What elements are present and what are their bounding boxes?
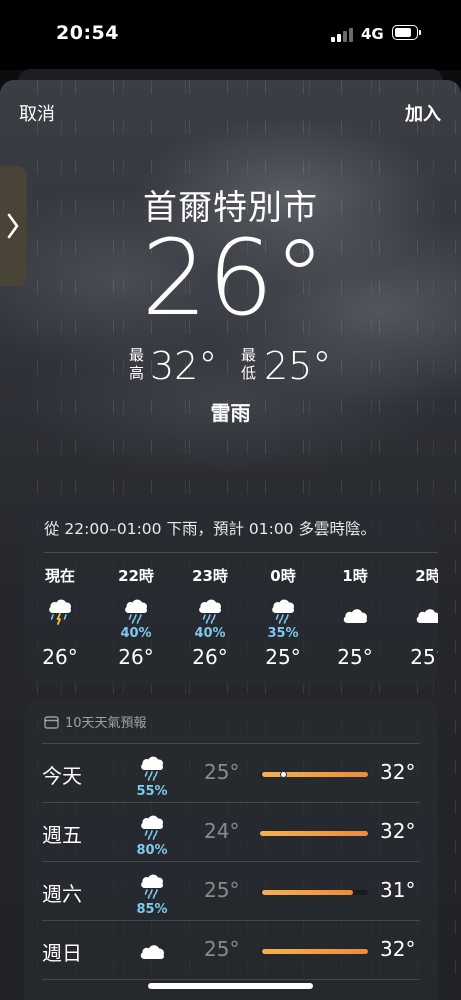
temperature-range-fill: [262, 772, 368, 777]
forecast-title: 10天天氣預報: [65, 716, 147, 731]
temperature-range-fill: [260, 831, 368, 836]
hour-temperature: 25°: [265, 645, 301, 669]
day-label: 今天: [42, 764, 82, 788]
forecast-header: 10天天氣預報: [44, 712, 147, 731]
high-temperature: 31°: [380, 878, 416, 902]
forecast-day-row[interactable]: 週五 80% 24° 32°: [24, 803, 438, 862]
rain-icon: [253, 591, 313, 625]
hourly-summary: 從 22:00–01:00 下雨，預計 01:00 多雲時陰。: [44, 520, 376, 538]
high-label: 最高: [128, 346, 144, 382]
rain-icon: [180, 591, 240, 625]
precip-chance: 40%: [120, 626, 152, 641]
hour-temperature: 26°: [42, 645, 78, 669]
cloud-icon: [130, 941, 174, 963]
hour-time: 現在: [44, 567, 75, 585]
day-label: 週一: [42, 996, 82, 1000]
low-temperature: 25°: [204, 760, 240, 784]
rain-icon: 85%: [130, 870, 174, 917]
hour-temperature: 26°: [118, 645, 154, 669]
weather-app: 20:54 4G 取消 加入 首爾特別市 26° 最高 32° 最低 25° 雷…: [0, 0, 461, 1000]
hour-time: 1時: [342, 567, 368, 585]
precip-chance: [325, 625, 385, 642]
hour-item: 0時 35% 25°: [253, 565, 313, 669]
high-temperature: 32°: [380, 760, 416, 784]
hour-time: 23時: [192, 567, 228, 585]
precip-chance: 85%: [136, 902, 168, 917]
hour-item: 23時 40% 26°: [180, 565, 240, 669]
day-label: 週五: [42, 823, 82, 847]
temperature-range-fill: [262, 890, 353, 895]
temperature-range-bar: [260, 949, 368, 954]
precip-chance: [30, 625, 90, 642]
low-temperature: 25°: [204, 878, 240, 902]
high-temperature: 32°: [380, 819, 416, 843]
precip-chance: 40%: [194, 626, 226, 641]
rain-icon: [106, 591, 166, 625]
home-indicator[interactable]: [148, 983, 313, 989]
low-temperature: 25°: [204, 937, 240, 961]
temperature-range-bar: [260, 890, 368, 895]
high-low: 最高 32° 最低 25°: [128, 344, 348, 388]
cellular-signal-icon: [331, 28, 355, 42]
rain-icon: 55%: [130, 752, 174, 799]
high-temperature: 32°: [380, 937, 416, 961]
hour-temperature: 25°: [410, 645, 438, 669]
day-label: 週日: [42, 941, 82, 965]
precip-chance: [398, 625, 438, 642]
temperature-range-fill: [262, 949, 368, 954]
precip-chance: 55%: [136, 784, 168, 799]
forecast-day-row[interactable]: 週日 25° 32°: [24, 921, 438, 980]
low-temperature: 24°: [204, 819, 240, 843]
temperature-range-bar: [260, 831, 368, 836]
cloud-icon: [398, 591, 438, 625]
hour-item: 22時 40% 26°: [106, 565, 166, 669]
network-type: 4G: [361, 25, 384, 43]
day-label: 週六: [42, 882, 82, 906]
hour-item: 2時 25°: [398, 565, 438, 669]
add-button[interactable]: 加入: [405, 100, 441, 126]
calendar-icon: [44, 715, 59, 729]
weather-condition: 雷雨: [210, 401, 251, 425]
hour-temperature: 26°: [192, 645, 228, 669]
battery-level: [395, 28, 412, 37]
divider: [44, 552, 438, 553]
hour-item: 1時 25°: [325, 565, 385, 669]
forecast-day-row[interactable]: 週六 85% 25° 31°: [24, 862, 438, 921]
hour-temperature: 25°: [337, 645, 373, 669]
current-temperature: 26°: [141, 217, 326, 339]
status-bar: 20:54 4G: [0, 0, 461, 70]
battery-icon: [392, 25, 421, 40]
hour-item: 現在 26°: [30, 565, 90, 669]
temperature-range-bar: [260, 771, 368, 778]
ten-day-forecast-card[interactable]: 10天天氣預報 今天 55% 25° 32° 週五 80% 24° 32° 週六 85% 25° 31…: [24, 700, 438, 1000]
cloud-icon: [325, 591, 385, 625]
hour-time: 22時: [118, 567, 154, 585]
hour-time: 2時: [415, 567, 438, 585]
high-temperature: 32°: [150, 344, 218, 388]
precip-chance: 80%: [136, 843, 168, 858]
status-time: 20:54: [56, 22, 119, 44]
cancel-button[interactable]: 取消: [19, 100, 55, 126]
low-temperature: 25°: [264, 344, 332, 388]
low-label: 最低: [240, 346, 256, 382]
rain-icon: 80%: [130, 811, 174, 858]
thunderstorm-icon: [30, 591, 90, 625]
hourly-forecast-card[interactable]: 從 22:00–01:00 下雨，預計 01:00 多雲時陰。 現在 26° 22時…: [24, 503, 438, 686]
forecast-day-row[interactable]: 今天 55% 25° 32°: [24, 744, 438, 803]
hour-time: 0時: [270, 567, 296, 585]
precip-chance: 35%: [267, 626, 299, 641]
